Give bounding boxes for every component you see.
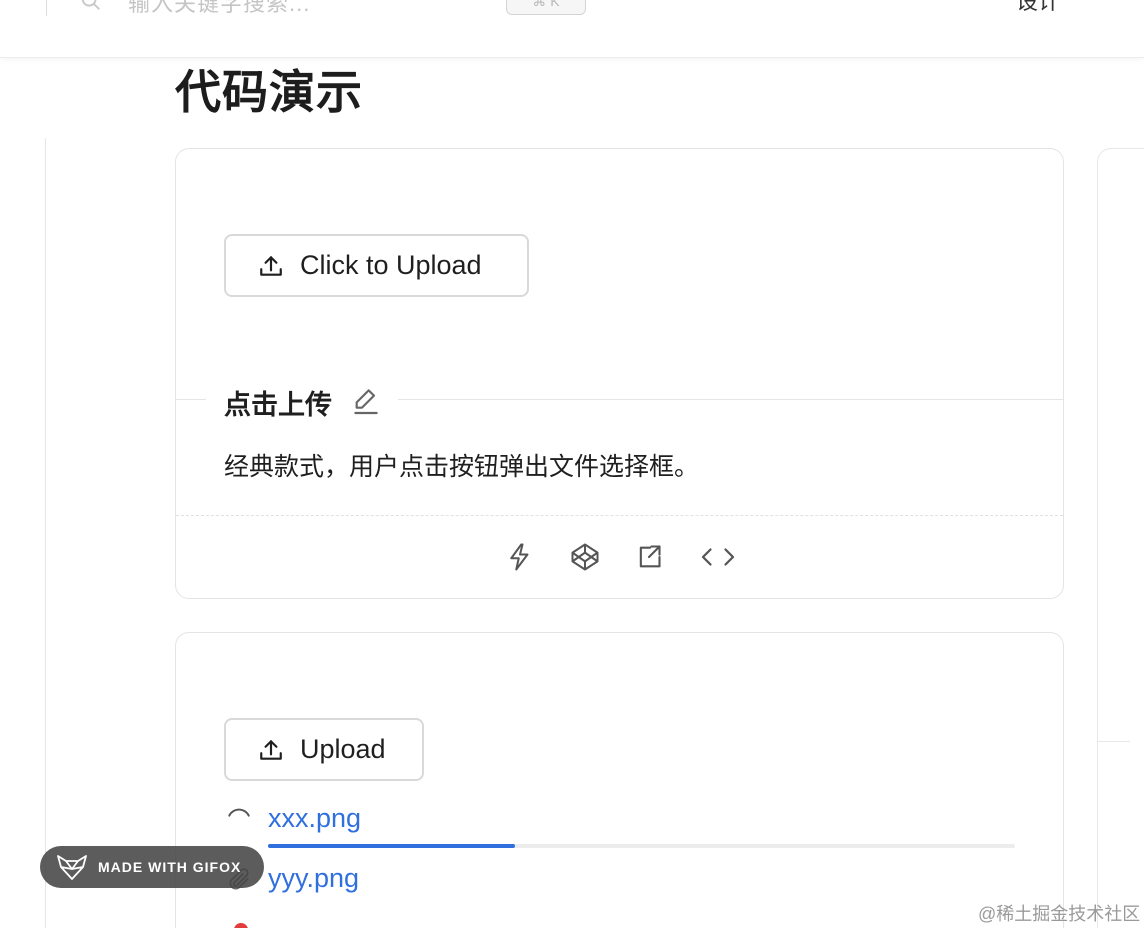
upload-progress-bar: [268, 844, 1015, 848]
side-panel: [1097, 148, 1144, 928]
demo-title: 点击上传: [224, 390, 332, 420]
file-name-link[interactable]: xxx.png: [268, 803, 361, 834]
actions-divider: [176, 515, 1063, 516]
error-icon: [234, 923, 248, 928]
upload-list-item: yyy.png: [226, 863, 1026, 903]
header-divider: [46, 0, 47, 16]
lightning-icon[interactable]: [502, 539, 538, 575]
file-name-link[interactable]: yyy.png: [268, 863, 359, 894]
search-shortcut-badge: ⌘ K: [506, 0, 586, 15]
page-title: 代码演示: [175, 66, 363, 118]
upload-icon: [260, 255, 282, 276]
sidebar-rail: [45, 138, 46, 928]
gifox-badge-label: MADE WITH GIFOX: [98, 859, 242, 875]
code-icon[interactable]: [698, 539, 738, 575]
click-to-upload-button[interactable]: Click to Upload: [224, 234, 529, 297]
upload-progress-fill: [268, 844, 515, 848]
side-panel-divider: [1098, 741, 1130, 742]
search-icon: [81, 0, 100, 10]
demo-description: 经典款式，用户点击按钮弹出文件选择框。: [224, 453, 700, 481]
upload-icon: [260, 739, 282, 760]
search-input[interactable]: 输入关键字搜索...: [128, 0, 310, 18]
demo-actions: [176, 539, 1063, 579]
edit-icon[interactable]: [350, 385, 382, 417]
demo-card-upload-list: Upload xxx.png yyy.png: [175, 632, 1064, 928]
gifox-badge: MADE WITH GIFOX: [40, 846, 264, 888]
fox-logo-icon: [57, 855, 87, 880]
loading-icon: [228, 808, 250, 817]
top-header: 输入关键字搜索... ⌘ K 设计: [0, 0, 1144, 58]
upload-list-item: xxx.png: [226, 803, 1026, 843]
watermark: @稀土掘金技术社区: [978, 904, 1141, 924]
nav-link-design[interactable]: 设计: [1016, 0, 1060, 16]
demo-title-divider: 点击上传: [176, 381, 1063, 421]
demo-card-click-upload: Click to Upload 点击上传 经典款式，用户点击按钮弹出文件选择框。: [175, 148, 1064, 599]
codepen-icon[interactable]: [567, 539, 603, 575]
external-link-icon[interactable]: [631, 539, 667, 575]
click-to-upload-label: Click to Upload: [300, 250, 482, 280]
upload-button-label: Upload: [300, 734, 386, 764]
upload-button[interactable]: Upload: [224, 718, 424, 781]
